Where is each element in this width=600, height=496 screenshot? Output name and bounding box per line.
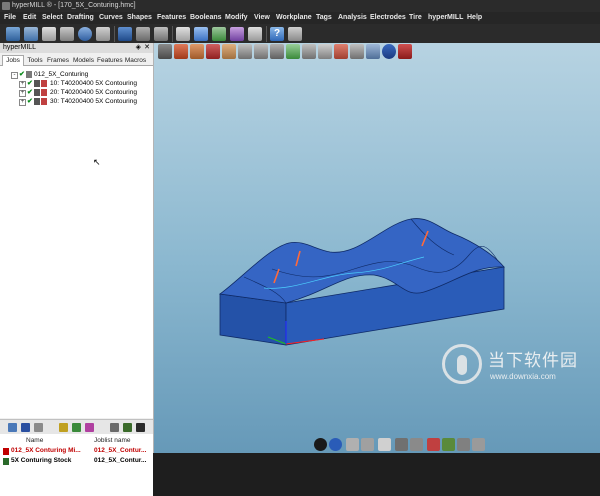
menu-electrodes[interactable]: Electrodes: [370, 12, 406, 24]
measure-icon[interactable]: [248, 27, 262, 41]
undo-icon[interactable]: [78, 27, 92, 41]
line-icon[interactable]: [176, 27, 190, 41]
new-file-icon[interactable]: [6, 27, 20, 41]
tab-jobs[interactable]: Jobs: [2, 55, 24, 66]
tool-icon: [34, 89, 40, 96]
watermark-text: 当下软件园: [488, 351, 578, 371]
tab-frames[interactable]: Frames: [45, 55, 71, 66]
stock-icon: [3, 458, 9, 465]
job-status-icon: [41, 89, 47, 96]
job-status-icon: [41, 98, 47, 105]
panel-header: hyperMILL ◈ ✕: [0, 43, 153, 53]
paste-icon[interactable]: [154, 27, 168, 41]
job-tree: - ✔ 012_5X_Conturing + ✔ 10: T40200400 5…: [0, 66, 153, 418]
dimension-icon[interactable]: [427, 438, 440, 451]
sphere-icon[interactable]: [314, 438, 327, 451]
menu-analysis[interactable]: Analysis: [338, 12, 367, 24]
panel-title: hyperMILL: [3, 44, 37, 51]
joblist-icon: [26, 71, 32, 78]
close-icon[interactable]: ✕: [144, 43, 150, 53]
hypermill-panel: hyperMILL ◈ ✕ Jobs Tools Frames Models F…: [0, 43, 154, 496]
col-header-joblist: Joblist name: [94, 437, 131, 444]
expand-icon[interactable]: +: [19, 99, 26, 106]
job-status-icon: [41, 80, 47, 87]
color-icon[interactable]: [442, 438, 455, 451]
expand-icon[interactable]: +: [19, 81, 26, 88]
tab-features[interactable]: Features: [96, 55, 123, 66]
copy-icon[interactable]: [136, 27, 150, 41]
menu-workplane[interactable]: Workplane: [276, 12, 312, 24]
title-bar: hyperMILL ® - [170_5X_Conturing.hmc]: [0, 0, 600, 12]
simulate-icon[interactable]: [72, 423, 81, 432]
menu-features[interactable]: Features: [157, 12, 186, 24]
tree-job-label: 30: T40200400 5X Contouring: [50, 98, 137, 105]
checkmark-icon: ✔: [27, 98, 33, 105]
redo-icon[interactable]: [96, 27, 110, 41]
new-joblist-icon[interactable]: [8, 423, 17, 432]
tab-macros[interactable]: Macros: [122, 55, 149, 66]
menu-file[interactable]: File: [4, 12, 16, 24]
mouse-cursor-icon: ↖: [93, 157, 101, 167]
brush-icon[interactable]: [378, 438, 391, 451]
panel-toolbar: [0, 419, 153, 434]
milling-area-icon: [3, 448, 9, 455]
menu-drafting[interactable]: Drafting: [67, 12, 94, 24]
render-mode-icon[interactable]: [457, 438, 470, 451]
tree-job-row[interactable]: + ✔ 30: T40200400 5X Contouring: [0, 97, 153, 107]
panel-tabs: Jobs Tools Frames Models Features Macros: [0, 54, 153, 66]
menu-bar: File Edit Select Drafting Curves Shapes …: [0, 12, 600, 24]
pencil-icon[interactable]: [346, 438, 359, 451]
menu-select[interactable]: Select: [42, 12, 63, 24]
menu-modify[interactable]: Modify: [225, 12, 248, 24]
save-icon[interactable]: [42, 27, 56, 41]
edit-icon[interactable]: [361, 438, 374, 451]
layers-icon[interactable]: [212, 27, 226, 41]
menu-view[interactable]: View: [254, 12, 270, 24]
menu-help[interactable]: Help: [467, 12, 482, 24]
numbers-icon[interactable]: [395, 438, 408, 451]
grid-icon[interactable]: [194, 27, 208, 41]
window-title: hyperMILL ® - [170_5X_Conturing.hmc]: [12, 2, 136, 9]
shaded-sphere-icon[interactable]: [329, 438, 342, 451]
open-icon[interactable]: [24, 27, 38, 41]
menu-tire[interactable]: Tire: [409, 12, 422, 24]
chevron-down-icon[interactable]: [410, 438, 423, 451]
model-list: Name Joblist name 012_5X Conturing Mi...…: [0, 434, 153, 496]
postprocess-icon[interactable]: [85, 423, 94, 432]
database-icon[interactable]: [110, 423, 119, 432]
shape-icon[interactable]: [118, 27, 132, 41]
list-item-name: 5X Conturing Stock: [11, 457, 72, 464]
expand-icon[interactable]: +: [19, 90, 26, 97]
delete-icon[interactable]: [21, 423, 30, 432]
watermark-url: www.downxia.com: [490, 372, 556, 381]
info-icon[interactable]: [288, 27, 302, 41]
menu-booleans[interactable]: Booleans: [190, 12, 222, 24]
menu-edit[interactable]: Edit: [23, 12, 36, 24]
shading-icon[interactable]: [123, 423, 132, 432]
main-toolbar: ?: [0, 24, 600, 44]
display-icon[interactable]: [136, 423, 145, 432]
app-icon: [2, 2, 10, 10]
menu-tags[interactable]: Tags: [316, 12, 332, 24]
col-header-name: Name: [26, 437, 44, 444]
tab-tools[interactable]: Tools: [24, 55, 46, 66]
calculate-icon[interactable]: [59, 423, 68, 432]
viewport-bottom-toolbar: [314, 437, 494, 453]
collapse-icon[interactable]: -: [11, 72, 18, 79]
list-item-joblist: 012_5X_Contur...: [94, 457, 147, 464]
print-icon[interactable]: [60, 27, 74, 41]
tools-icon[interactable]: [230, 27, 244, 41]
info-icon[interactable]: [34, 423, 43, 432]
menu-hypermill[interactable]: hyperMILL: [428, 12, 463, 24]
watermark: 当下软件园 www.downxia.com: [442, 340, 597, 400]
settings-icon[interactable]: [472, 438, 485, 451]
pin-icon[interactable]: ◈: [136, 43, 141, 53]
menu-curves[interactable]: Curves: [99, 12, 123, 24]
tool-icon: [34, 80, 40, 87]
help-icon[interactable]: ?: [270, 27, 284, 41]
tab-models[interactable]: Models: [70, 55, 97, 66]
watermark-logo-icon: [442, 344, 482, 384]
menu-shapes[interactable]: Shapes: [127, 12, 152, 24]
tool-icon: [34, 98, 40, 105]
